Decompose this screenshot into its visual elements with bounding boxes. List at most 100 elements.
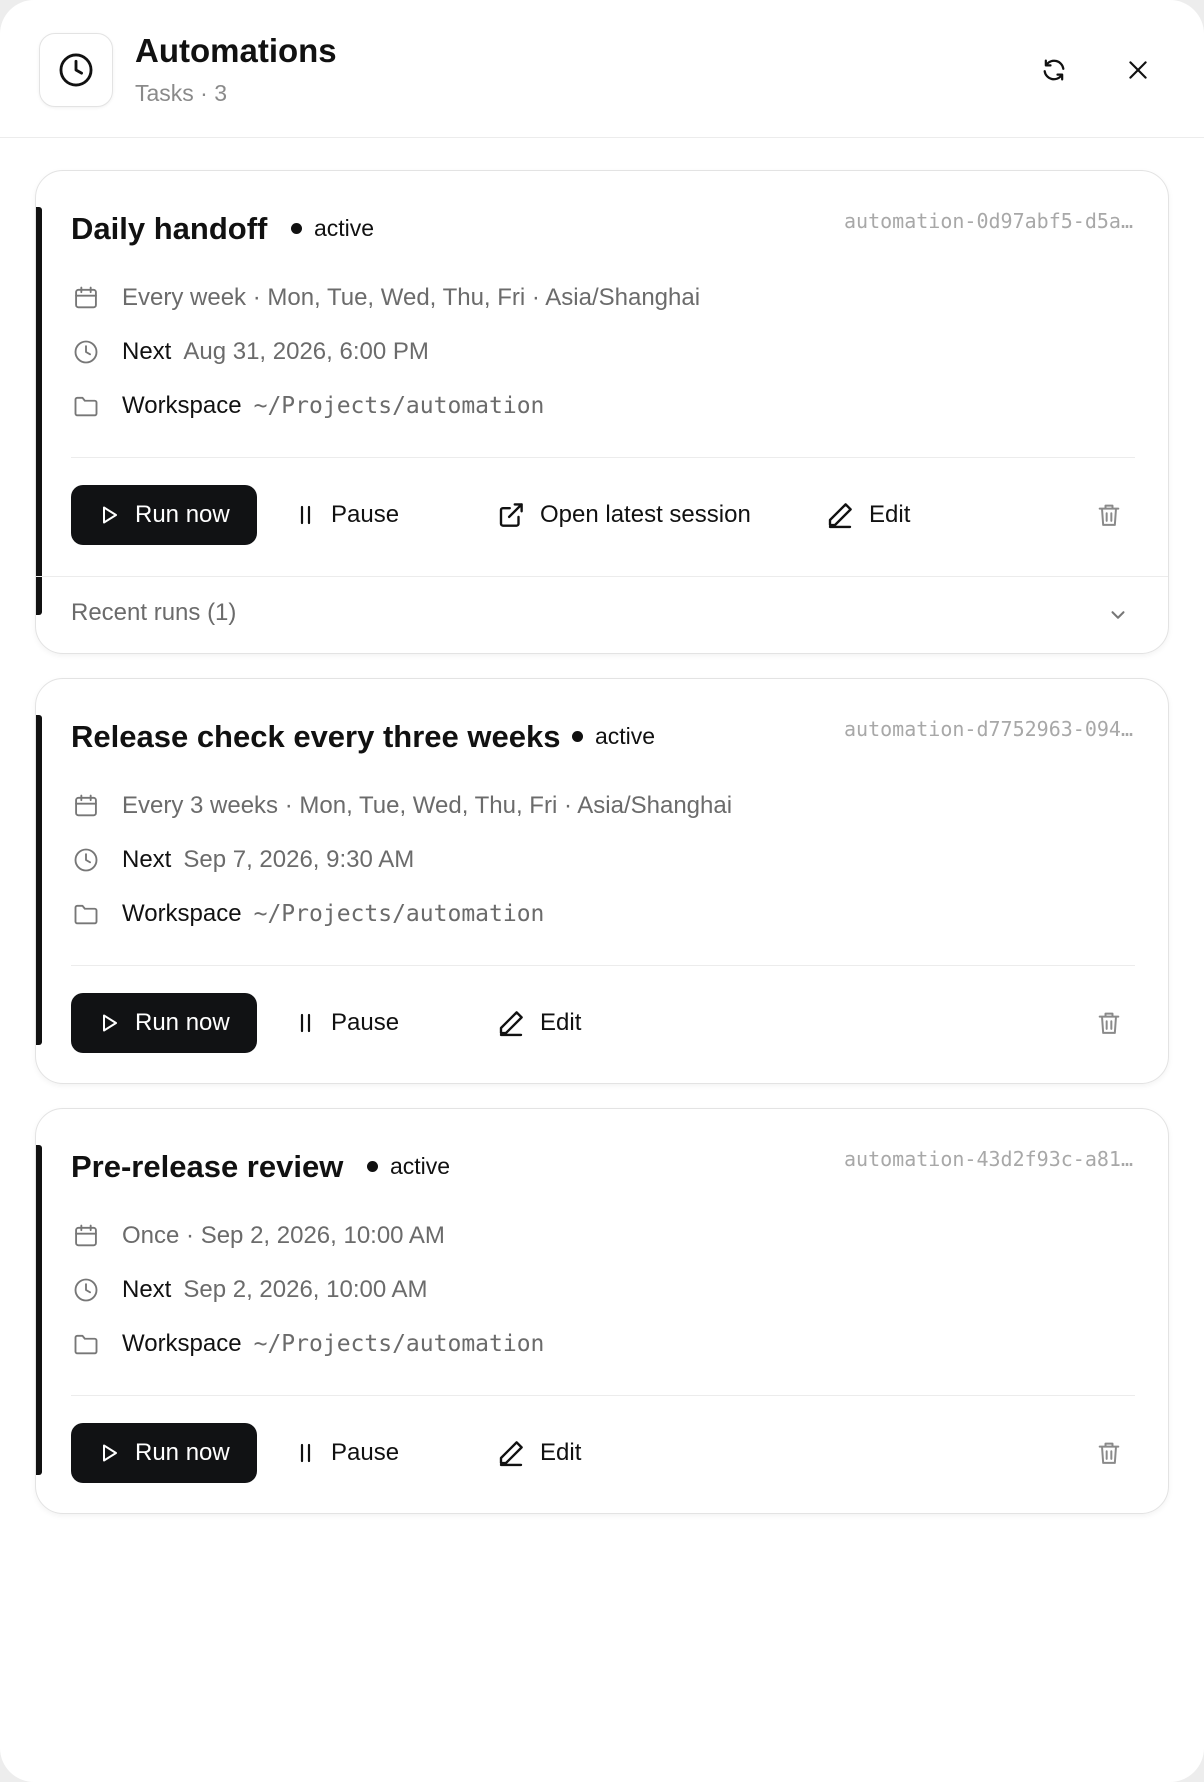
run-now-button[interactable]: Run now <box>71 1423 257 1483</box>
run-now-button[interactable]: Run now <box>71 485 257 545</box>
calendar-icon <box>71 791 101 821</box>
status-label: active <box>314 215 375 241</box>
page-title: Automations <box>135 32 337 69</box>
card-divider <box>71 965 1135 966</box>
next-run-row: Next Aug 31, 2026, 6:00 PM <box>71 337 429 367</box>
automations-panel: Automations Tasks · 3 Daily handoff acti… <box>0 0 1204 1782</box>
play-icon <box>97 1441 121 1465</box>
task-actions: Run now Pause Open latest session Edit <box>71 485 1135 545</box>
run-now-button[interactable]: Run now <box>71 993 257 1053</box>
folder-icon <box>71 899 101 929</box>
run-now-label: Run now <box>135 1439 230 1466</box>
folder-icon <box>71 391 101 421</box>
external-link-icon <box>496 500 526 530</box>
clock-icon <box>71 337 101 367</box>
clock-icon <box>71 845 101 875</box>
workspace-path: ~/Projects/automation <box>253 1331 545 1357</box>
status-dot <box>291 223 302 234</box>
edit-button[interactable]: Edit <box>496 993 581 1053</box>
close-icon <box>1129 61 1147 79</box>
edit-label: Edit <box>540 1009 582 1036</box>
status-dot <box>367 1161 378 1172</box>
pause-icon <box>295 1441 317 1465</box>
next-label: Next <box>122 338 172 365</box>
trash-icon <box>1098 1442 1120 1464</box>
task-actions: Run now Pause Edit <box>71 1423 1135 1483</box>
close-button[interactable] <box>1118 50 1158 90</box>
card-divider <box>71 457 1135 458</box>
pause-label: Pause <box>331 1439 400 1466</box>
task-card-release-check: Release check every three weeks active a… <box>35 678 1169 1084</box>
edit-button[interactable]: Edit <box>825 485 910 545</box>
card-divider <box>71 1395 1135 1396</box>
schedule-row: Every week · Mon, Tue, Wed, Thu, Fri · A… <box>71 283 700 313</box>
run-now-label: Run now <box>135 501 230 528</box>
task-card-daily-handoff: Daily handoff active automation-0d97abf5… <box>35 170 1169 654</box>
schedule-text: Every 3 weeks · Mon, Tue, Wed, Thu, Fri … <box>122 792 733 819</box>
next-label: Next <box>122 846 172 873</box>
automation-id: automation-d7752963-094… <box>844 717 1133 741</box>
pause-label: Pause <box>331 1009 400 1036</box>
recent-runs-toggle[interactable]: Recent runs (1) <box>36 576 1168 652</box>
schedule-text: Every week · Mon, Tue, Wed, Thu, Fri · A… <box>122 284 701 311</box>
clock-icon <box>39 33 113 107</box>
next-value: Sep 7, 2026, 9:30 AM <box>183 846 415 873</box>
delete-button[interactable] <box>1091 1435 1127 1471</box>
automation-id: automation-0d97abf5-d5a… <box>844 209 1133 233</box>
pause-button[interactable]: Pause <box>295 485 399 545</box>
status-badge: active <box>367 1153 450 1180</box>
task-actions: Run now Pause Edit <box>71 993 1135 1053</box>
edit-button[interactable]: Edit <box>496 1423 581 1483</box>
open-latest-session-label: Open latest session <box>540 501 751 528</box>
pause-icon <box>295 1011 317 1035</box>
workspace-label: Workspace <box>122 1330 242 1357</box>
pause-button[interactable]: Pause <box>295 993 399 1053</box>
delete-button[interactable] <box>1091 497 1127 533</box>
clock-icon <box>71 1275 101 1305</box>
card-accent-bar <box>36 207 42 615</box>
workspace-row: Workspace ~/Projects/automation <box>71 391 544 421</box>
edit-label: Edit <box>869 501 911 528</box>
folder-icon <box>71 1329 101 1359</box>
pause-label: Pause <box>331 501 400 528</box>
next-value: Aug 31, 2026, 6:00 PM <box>183 338 429 365</box>
workspace-label: Workspace <box>122 900 242 927</box>
workspace-row: Workspace ~/Projects/automation <box>71 1329 544 1359</box>
workspace-path: ~/Projects/automation <box>253 901 545 927</box>
task-title: Release check every three weeks <box>71 719 561 754</box>
status-dot <box>572 731 583 742</box>
run-now-label: Run now <box>135 1009 230 1036</box>
next-label: Next <box>122 1276 172 1303</box>
schedule-row: Once · Sep 2, 2026, 10:00 AM <box>71 1221 445 1251</box>
calendar-icon <box>71 283 101 313</box>
next-run-row: Next Sep 2, 2026, 10:00 AM <box>71 1275 428 1305</box>
edit-label: Edit <box>540 1439 582 1466</box>
task-title: Pre-release review <box>71 1149 344 1184</box>
schedule-text: Once · Sep 2, 2026, 10:00 AM <box>122 1222 445 1249</box>
refresh-icon <box>1043 59 1065 81</box>
trash-icon <box>1098 1012 1120 1034</box>
workspace-path: ~/Projects/automation <box>253 393 545 419</box>
automation-id: automation-43d2f93c-a81… <box>844 1147 1133 1171</box>
pencil-icon <box>496 1008 526 1038</box>
status-badge: active <box>572 723 655 750</box>
play-icon <box>97 1011 121 1035</box>
delete-button[interactable] <box>1091 1005 1127 1041</box>
task-title: Daily handoff <box>71 211 268 246</box>
status-badge: active <box>291 215 374 242</box>
task-card-pre-release-review: Pre-release review active automation-43d… <box>35 1108 1169 1514</box>
pause-icon <box>295 503 317 527</box>
refresh-button[interactable] <box>1034 50 1074 90</box>
panel-header: Automations Tasks · 3 <box>0 0 1204 138</box>
next-value: Sep 2, 2026, 10:00 AM <box>183 1276 428 1303</box>
status-label: active <box>390 1153 451 1179</box>
open-latest-session-button[interactable]: Open latest session <box>496 485 751 545</box>
schedule-row: Every 3 weeks · Mon, Tue, Wed, Thu, Fri … <box>71 791 732 821</box>
trash-icon <box>1098 504 1120 526</box>
pencil-icon <box>825 500 855 530</box>
workspace-row: Workspace ~/Projects/automation <box>71 899 544 929</box>
card-accent-bar <box>36 715 42 1045</box>
status-label: active <box>595 723 656 749</box>
pause-button[interactable]: Pause <box>295 1423 399 1483</box>
card-accent-bar <box>36 1145 42 1475</box>
